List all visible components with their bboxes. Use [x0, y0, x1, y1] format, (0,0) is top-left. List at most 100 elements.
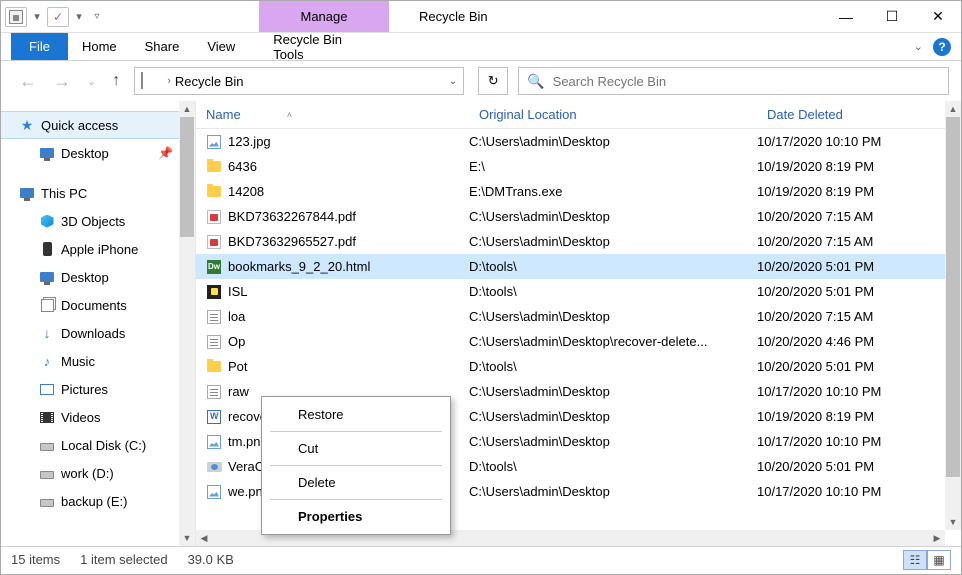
file-row[interactable]: ISLD:\tools\10/20/2020 5:01 PM [196, 279, 945, 304]
ctx-cut[interactable]: Cut [262, 435, 450, 462]
tab-file[interactable]: File [11, 33, 68, 60]
scroll-down-icon[interactable]: ▼ [945, 514, 961, 530]
file-icon [206, 459, 222, 475]
nav-label: backup (E:) [61, 494, 127, 509]
nav-pictures[interactable]: Pictures [1, 375, 195, 403]
ctx-separator [270, 499, 442, 500]
qat-dropdown-1[interactable]: ▾ [29, 10, 45, 23]
search-box[interactable]: 🔍 [518, 67, 949, 95]
scroll-right-icon[interactable]: ▶ [929, 530, 945, 546]
pc-icon [19, 185, 35, 201]
drive-icon [39, 465, 55, 481]
nav-apple-iphone[interactable]: Apple iPhone [1, 235, 195, 263]
qat-recycle-icon[interactable] [5, 7, 27, 27]
sort-indicator-icon: ˄ [287, 110, 292, 120]
file-name: Pot [228, 359, 248, 374]
documents-icon [39, 297, 55, 313]
maximize-button[interactable]: ☐ [869, 1, 915, 32]
nav-desktop-quick[interactable]: Desktop 📌 [1, 139, 195, 167]
scroll-down-icon[interactable]: ▼ [179, 530, 195, 546]
up-button[interactable]: ↑ [106, 72, 126, 90]
file-original-location: C:\Users\admin\Desktop [469, 134, 757, 149]
address-bar[interactable]: › Recycle Bin ⌄ [134, 67, 464, 95]
column-original-location[interactable]: Original Location [469, 107, 757, 122]
close-button[interactable]: ✕ [915, 1, 961, 32]
qat-properties[interactable]: ✓ [47, 7, 69, 27]
tab-home[interactable]: Home [68, 33, 131, 60]
refresh-button[interactable]: ↻ [478, 67, 508, 95]
ribbon-collapse-icon[interactable]: ⌄ [914, 40, 923, 53]
chevron-down-icon: ▾ [76, 10, 82, 23]
file-icon [206, 334, 222, 350]
nav-drive-c[interactable]: Local Disk (C:) [1, 431, 195, 459]
back-button[interactable]: ← [13, 71, 43, 92]
file-icon [206, 359, 222, 375]
context-tab-label: Manage [301, 9, 348, 24]
scroll-thumb[interactable] [180, 117, 194, 237]
scroll-up-icon[interactable]: ▲ [945, 101, 961, 117]
file-date-deleted: 10/20/2020 5:01 PM [757, 259, 945, 274]
help-button[interactable]: ? [933, 38, 951, 56]
file-icon: Dw [206, 259, 222, 275]
history-dropdown[interactable]: ⌄ [81, 75, 102, 88]
search-input[interactable] [553, 74, 940, 89]
ctx-delete[interactable]: Delete [262, 469, 450, 496]
nav-videos[interactable]: Videos [1, 403, 195, 431]
file-name: 14208 [228, 184, 264, 199]
navpane-scrollbar[interactable]: ▲ ▼ [179, 101, 195, 546]
forward-button[interactable]: → [47, 71, 77, 92]
file-row[interactable]: 6436E:\10/19/2020 8:19 PM [196, 154, 945, 179]
file-name: BKD73632267844.pdf [228, 209, 356, 224]
nav-this-pc[interactable]: This PC [1, 179, 195, 207]
nav-downloads[interactable]: ↓ Downloads [1, 319, 195, 347]
file-row[interactable]: PotD:\tools\10/20/2020 5:01 PM [196, 354, 945, 379]
nav-quick-access[interactable]: ★ Quick access [1, 111, 195, 139]
context-menu: Restore Cut Delete Properties [261, 396, 451, 535]
ctx-restore[interactable]: Restore [262, 401, 450, 428]
window-title: Recycle Bin [389, 1, 823, 32]
file-row[interactable]: 14208E:\DMTrans.exe10/19/2020 8:19 PM [196, 179, 945, 204]
qat-overflow[interactable]: ▿ [89, 11, 105, 22]
nav-drive-d[interactable]: work (D:) [1, 459, 195, 487]
view-thumbnails-button[interactable]: ▦ [927, 550, 951, 570]
address-dropdown[interactable]: ⌄ [449, 76, 457, 87]
file-original-location: E:\DMTrans.exe [469, 184, 757, 199]
window-controls: — ☐ ✕ [823, 1, 961, 32]
file-icon [206, 384, 222, 400]
view-details-button[interactable]: ☷ [903, 550, 927, 570]
nav-music[interactable]: ♪ Music [1, 347, 195, 375]
file-row[interactable]: BKD73632267844.pdfC:\Users\admin\Desktop… [196, 204, 945, 229]
file-original-location: E:\ [469, 159, 757, 174]
scroll-left-icon[interactable]: ◀ [196, 530, 212, 546]
column-name[interactable]: Name ˄ [196, 107, 469, 122]
scroll-up-icon[interactable]: ▲ [179, 101, 195, 117]
tab-share[interactable]: Share [131, 33, 194, 60]
desktop-icon [39, 269, 55, 285]
nav-documents[interactable]: Documents [1, 291, 195, 319]
breadcrumb-location[interactable]: Recycle Bin [175, 74, 244, 89]
minimize-button[interactable]: — [823, 1, 869, 32]
qat-dropdown-2[interactable]: ▾ [71, 10, 87, 23]
list-scrollbar-vertical[interactable]: ▲ ▼ [945, 101, 961, 530]
file-name: loa [228, 309, 245, 324]
file-name: BKD73632965527.pdf [228, 234, 356, 249]
file-row[interactable]: loaC:\Users\admin\Desktop10/20/2020 7:15… [196, 304, 945, 329]
ctx-properties[interactable]: Properties [262, 503, 450, 530]
file-original-location: C:\Users\admin\Desktop [469, 384, 757, 399]
file-date-deleted: 10/20/2020 7:15 AM [757, 209, 945, 224]
file-row[interactable]: OpC:\Users\admin\Desktop\recover-delete.… [196, 329, 945, 354]
file-row[interactable]: 123.jpgC:\Users\admin\Desktop10/17/2020 … [196, 129, 945, 154]
tab-view[interactable]: View [193, 33, 249, 60]
quick-access-toolbar: ▾ ✓ ▾ ▿ [1, 1, 109, 32]
file-original-location: C:\Users\admin\Desktop [469, 309, 757, 324]
nav-3d-objects[interactable]: 3D Objects [1, 207, 195, 235]
tab-recycle-bin-tools[interactable]: Recycle Bin Tools [259, 33, 389, 60]
file-row[interactable]: Dwbookmarks_9_2_20.htmlD:\tools\10/20/20… [196, 254, 945, 279]
file-name: raw [228, 384, 249, 399]
nav-drive-e[interactable]: backup (E:) [1, 487, 195, 515]
scroll-thumb[interactable] [946, 117, 960, 477]
nav-desktop[interactable]: Desktop [1, 263, 195, 291]
column-date-deleted[interactable]: Date Deleted [757, 107, 945, 122]
file-row[interactable]: BKD73632965527.pdf C:\Users\admin\Desktop… [196, 229, 945, 254]
file-original-location: C:\Users\admin\Desktop [469, 234, 757, 249]
